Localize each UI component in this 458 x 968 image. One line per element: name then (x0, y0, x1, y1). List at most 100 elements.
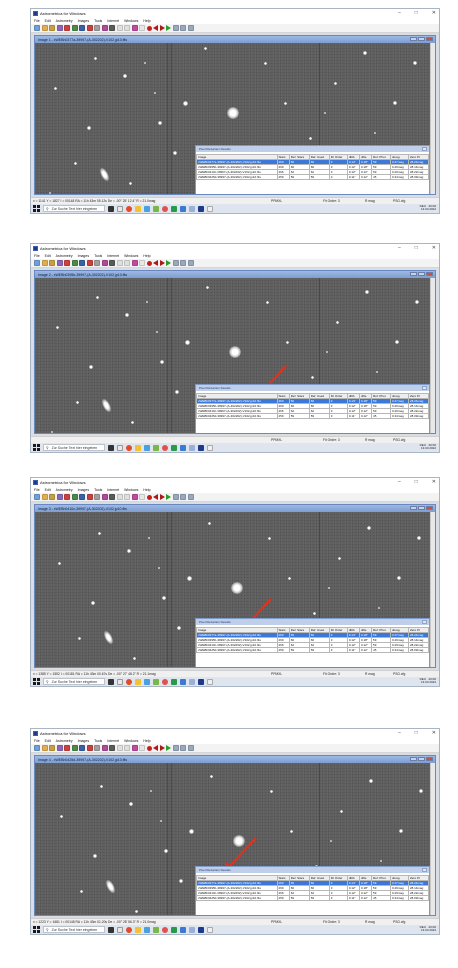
notepad-icon[interactable] (207, 678, 213, 685)
folder-icon[interactable] (135, 926, 141, 933)
menu-tools[interactable]: Tools (94, 19, 102, 23)
play-icon[interactable] (166, 745, 171, 751)
next-icon[interactable] (159, 745, 165, 751)
play-icon[interactable] (166, 260, 171, 266)
zoom-out-icon[interactable] (124, 260, 130, 266)
menu-astrometry[interactable]: Astrometry (56, 739, 73, 743)
mail-icon[interactable] (144, 444, 150, 451)
widgets-icon[interactable] (117, 678, 123, 685)
results-close-button[interactable] (422, 386, 427, 390)
menu-edit[interactable]: Edit (45, 254, 51, 258)
menu-internet[interactable]: Internet (107, 739, 119, 743)
save-icon[interactable] (56, 25, 63, 31)
results-row[interactable]: xWEBh0377a-39997-(A-302202)-V102.jp10.fi… (196, 632, 430, 638)
browser-icon[interactable] (126, 926, 132, 933)
app-e-icon[interactable] (189, 926, 195, 933)
results-close-button[interactable] (422, 620, 427, 624)
app-c-icon[interactable] (171, 926, 177, 933)
widgets-icon[interactable] (117, 926, 123, 933)
new-icon[interactable] (34, 260, 40, 266)
menu-tools[interactable]: Tools (94, 254, 102, 258)
app-d-icon[interactable] (180, 678, 186, 685)
results-close-button[interactable] (422, 868, 427, 872)
results-row[interactable]: xWEBh0377a-39997-(A-302202)-V102.jp10.fi… (196, 880, 430, 886)
blink-icon[interactable] (101, 494, 108, 500)
next-icon[interactable] (159, 260, 165, 266)
close-button[interactable]: ✕ (432, 245, 436, 251)
menu-windows[interactable]: Windows (124, 19, 138, 23)
open-folder-icon[interactable] (49, 494, 55, 500)
open-icon[interactable] (41, 25, 48, 31)
menu-edit[interactable]: Edit (45, 19, 51, 23)
mail-icon[interactable] (144, 678, 150, 685)
tile-icon[interactable] (172, 745, 179, 751)
taskbar-search-box[interactable]: ⚲ Zur Suche Text hier eingeben (43, 205, 105, 212)
results-row[interactable]: xWEBh0377a-39997-(A-302202)-V102.jp10.fi… (196, 398, 430, 404)
star-icon[interactable] (64, 260, 70, 266)
record-icon[interactable] (146, 25, 152, 31)
new-icon[interactable] (34, 745, 40, 751)
folder-icon[interactable] (135, 205, 141, 212)
tile-icon[interactable] (172, 494, 179, 500)
open-folder-icon[interactable] (49, 745, 55, 751)
blink-icon[interactable] (101, 25, 108, 31)
results-row[interactable]: xWEBh0410c-39997-(A-302202)-V102.jp10.fi… (196, 642, 430, 648)
star-icon[interactable] (64, 25, 70, 31)
arrange-icon[interactable] (187, 745, 194, 751)
image-maximize-button[interactable] (418, 272, 425, 276)
results-close-button[interactable] (422, 147, 427, 151)
app-b-icon[interactable] (162, 205, 168, 212)
grid-icon[interactable] (71, 25, 78, 31)
notepad-icon[interactable] (207, 205, 213, 212)
image-minimize-button[interactable] (410, 37, 417, 41)
task-view-icon[interactable] (108, 926, 114, 933)
prev-icon[interactable] (153, 260, 158, 266)
photometry-icon[interactable] (131, 260, 138, 266)
star-icon[interactable] (64, 494, 70, 500)
image-close-button[interactable] (426, 757, 433, 761)
sky-image[interactable]: Pixel Reduction Results Image Stars Ref. S… (35, 512, 435, 667)
astrometrica-taskbar-icon[interactable] (198, 444, 204, 451)
grid-icon[interactable] (71, 745, 78, 751)
menu-internet[interactable]: Internet (107, 254, 119, 258)
sky-image[interactable]: Pixel Reduction Results Image Stars Ref. S… (35, 763, 435, 915)
menu-help[interactable]: Help (143, 254, 150, 258)
minimize-button[interactable]: – (398, 479, 401, 485)
blink-icon[interactable] (101, 260, 108, 266)
results-row[interactable]: xWEBh0395b-39997-(A-302202)-V102.jp10.fi… (196, 637, 430, 643)
app-a-icon[interactable] (153, 205, 159, 212)
app-b-icon[interactable] (162, 678, 168, 685)
settings-icon[interactable] (94, 494, 100, 500)
arrange-icon[interactable] (187, 260, 194, 266)
astrometrica-taskbar-icon[interactable] (198, 678, 204, 685)
menu-tools[interactable]: Tools (94, 739, 102, 743)
reduce-icon[interactable] (139, 25, 145, 31)
calibrate-icon[interactable] (109, 745, 115, 751)
app-e-icon[interactable] (189, 444, 195, 451)
minimize-button[interactable]: – (398, 245, 401, 251)
open-icon[interactable] (41, 494, 48, 500)
browser-icon[interactable] (126, 444, 132, 451)
play-icon[interactable] (166, 494, 171, 500)
results-row[interactable]: xWEBh0425d-39997-(A-302202)-V102.jp10.fi… (196, 174, 430, 180)
new-icon[interactable] (34, 25, 40, 31)
mark-icon[interactable] (86, 260, 93, 266)
grid-icon[interactable] (71, 494, 78, 500)
photometry-icon[interactable] (131, 25, 138, 31)
windows-start-icon[interactable] (33, 205, 40, 212)
maximize-button[interactable]: □ (415, 10, 418, 16)
browser-icon[interactable] (126, 205, 132, 212)
menu-file[interactable]: File (34, 739, 40, 743)
settings-icon[interactable] (94, 260, 100, 266)
image-maximize-button[interactable] (418, 757, 425, 761)
settings-icon[interactable] (94, 25, 100, 31)
cascade-icon[interactable] (180, 745, 186, 751)
notepad-icon[interactable] (207, 444, 213, 451)
menu-windows[interactable]: Windows (124, 739, 138, 743)
app-d-icon[interactable] (180, 205, 186, 212)
calibrate-icon[interactable] (109, 260, 115, 266)
menu-windows[interactable]: Windows (124, 254, 138, 258)
tile-icon[interactable] (172, 25, 179, 31)
blink-icon[interactable] (101, 745, 108, 751)
image-vertical-scrollbar[interactable] (430, 763, 435, 915)
